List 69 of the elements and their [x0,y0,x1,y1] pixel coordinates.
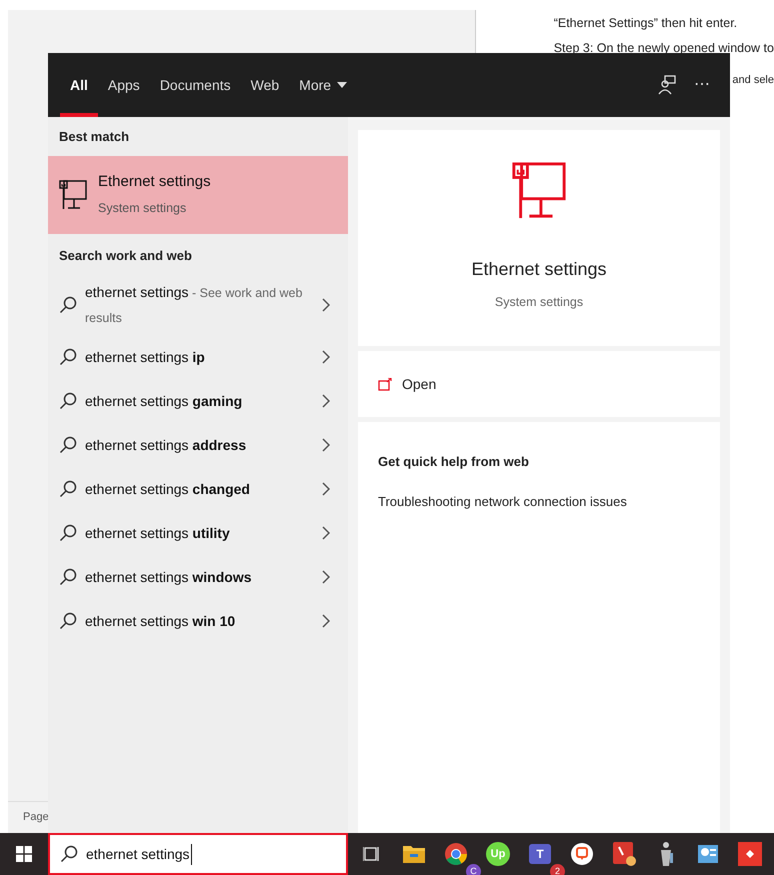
search-icon [60,845,78,863]
search-icon [59,392,77,410]
help-link[interactable]: Troubleshooting network connection issues [378,492,700,511]
suggestion-item[interactable]: ethernet settings ip [48,335,348,379]
chevron-right-icon [322,438,330,452]
search-icon [59,524,77,542]
suggestion-text: ethernet settings win 10 [85,612,236,631]
chat-icon[interactable] [570,842,594,866]
search-icon [59,480,77,498]
suggestion-item[interactable]: ethernet settings win 10 [48,599,348,643]
search-value: ethernet settings [86,844,192,864]
filter-tab[interactable]: Web [240,53,290,117]
open-external-icon [378,378,392,390]
suggestion-text: ethernet settings utility [85,524,231,543]
status-text: Page [23,810,49,826]
filter-tab[interactable]: Apps [98,53,150,117]
document-text: Step 3: On the newly opened window to [554,40,774,57]
windows-start-icon[interactable] [16,846,32,862]
search-icon [59,436,77,454]
result-title: Ethernet settings [98,172,211,192]
diamond-app-icon[interactable] [738,842,762,866]
result-subtitle: System settings [98,200,188,218]
best-match-item[interactable]: Ethernet settings System settings [48,156,348,234]
folder-icon[interactable] [402,843,426,865]
chevron-right-icon [322,482,330,496]
suggestion-text: ethernet settings gaming [85,392,244,411]
chevron-right-icon [322,570,330,584]
suggestion-text: ethernet settings windows [85,568,253,587]
chrome-icon[interactable] [444,842,468,866]
control-panel-icon[interactable] [697,844,719,864]
suggestion-text: ethernet settings - See work and web results [85,283,304,327]
section-heading: Best match [58,128,130,146]
filter-tab[interactable]: Documents [150,53,241,117]
suggestion-text: ethernet settings changed [85,480,251,499]
feedback-icon[interactable] [658,75,676,95]
chevron-right-icon [322,298,330,312]
task-view-icon [363,845,381,863]
suggestion-item[interactable]: ethernet settings gaming [48,379,348,423]
preview-title: Ethernet settings [471,258,607,281]
app-badge: C [466,864,481,875]
teams-icon[interactable]: T [529,844,551,864]
suggestion-item[interactable]: ethernet settings - See work and web results [48,275,348,335]
suggestion-item[interactable]: ethernet settings changed [48,467,348,511]
document-text: and sele [732,72,774,88]
filter-tab[interactable]: More [289,53,358,117]
preview-subtitle: System settings [494,294,584,311]
chevron-right-icon [322,350,330,364]
suggestion-text: ethernet settings ip [85,348,206,367]
suggestion-item[interactable]: ethernet settings windows [48,555,348,599]
monitor-icon [510,162,568,220]
search-icon [59,612,77,630]
chevron-right-icon [322,614,330,628]
taskbar-search-field[interactable]: ethernet settings [48,833,348,875]
search-icon [59,348,77,366]
search-icon [59,296,77,314]
phone-app-icon[interactable] [612,841,636,867]
monitor-icon [58,180,88,210]
document-text: “Ethernet Settings” then hit enter. [554,15,738,32]
chevron-right-icon [322,526,330,540]
suggestion-text: ethernet settings address [85,436,248,455]
section-heading: Search work and web [58,246,193,264]
more-options-button[interactable]: ⋯ [694,73,710,97]
open-button[interactable]: Open [378,374,436,394]
suggestion-item[interactable]: ethernet settings address [48,423,348,467]
chevron-right-icon [322,394,330,408]
suggestion-item[interactable]: ethernet settings utility [48,511,348,555]
help-heading: Get quick help from web [378,453,530,471]
search-icon [59,568,77,586]
app-badge: 2 [550,864,565,875]
